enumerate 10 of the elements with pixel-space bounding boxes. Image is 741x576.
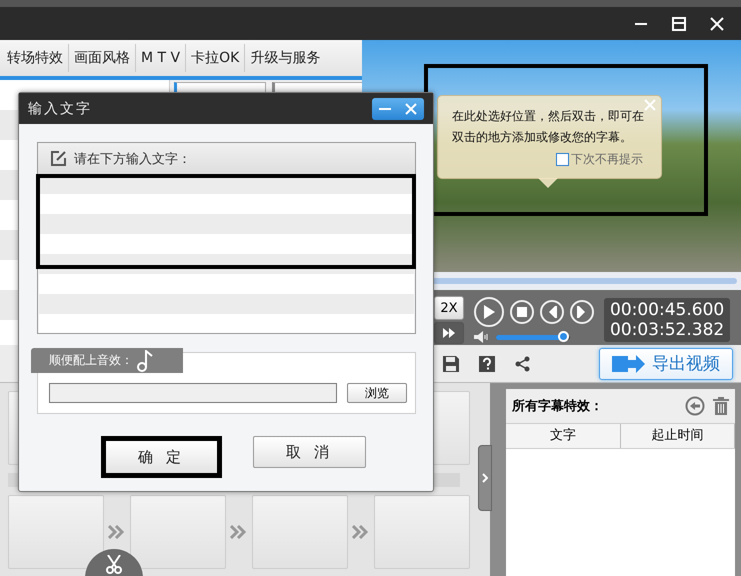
- section-label: 顺便配上音效：: [49, 352, 133, 369]
- checkbox-label: 下次不再提示: [571, 151, 643, 168]
- total-time: 00:03:52.382: [610, 320, 724, 340]
- panel-title: 所有字幕特效：: [512, 398, 604, 415]
- current-time: 00:00:45.600: [610, 300, 724, 320]
- column-header: 文字: [506, 424, 620, 448]
- column-header: 起止时间: [620, 424, 735, 448]
- dialog-title: 输入文字: [28, 100, 93, 118]
- hint-text: 在此处选好位置，然后双击，即可在双击的地方添加或修改您的字幕。: [452, 108, 645, 146]
- section-label: 请在下方输入文字：: [74, 150, 191, 168]
